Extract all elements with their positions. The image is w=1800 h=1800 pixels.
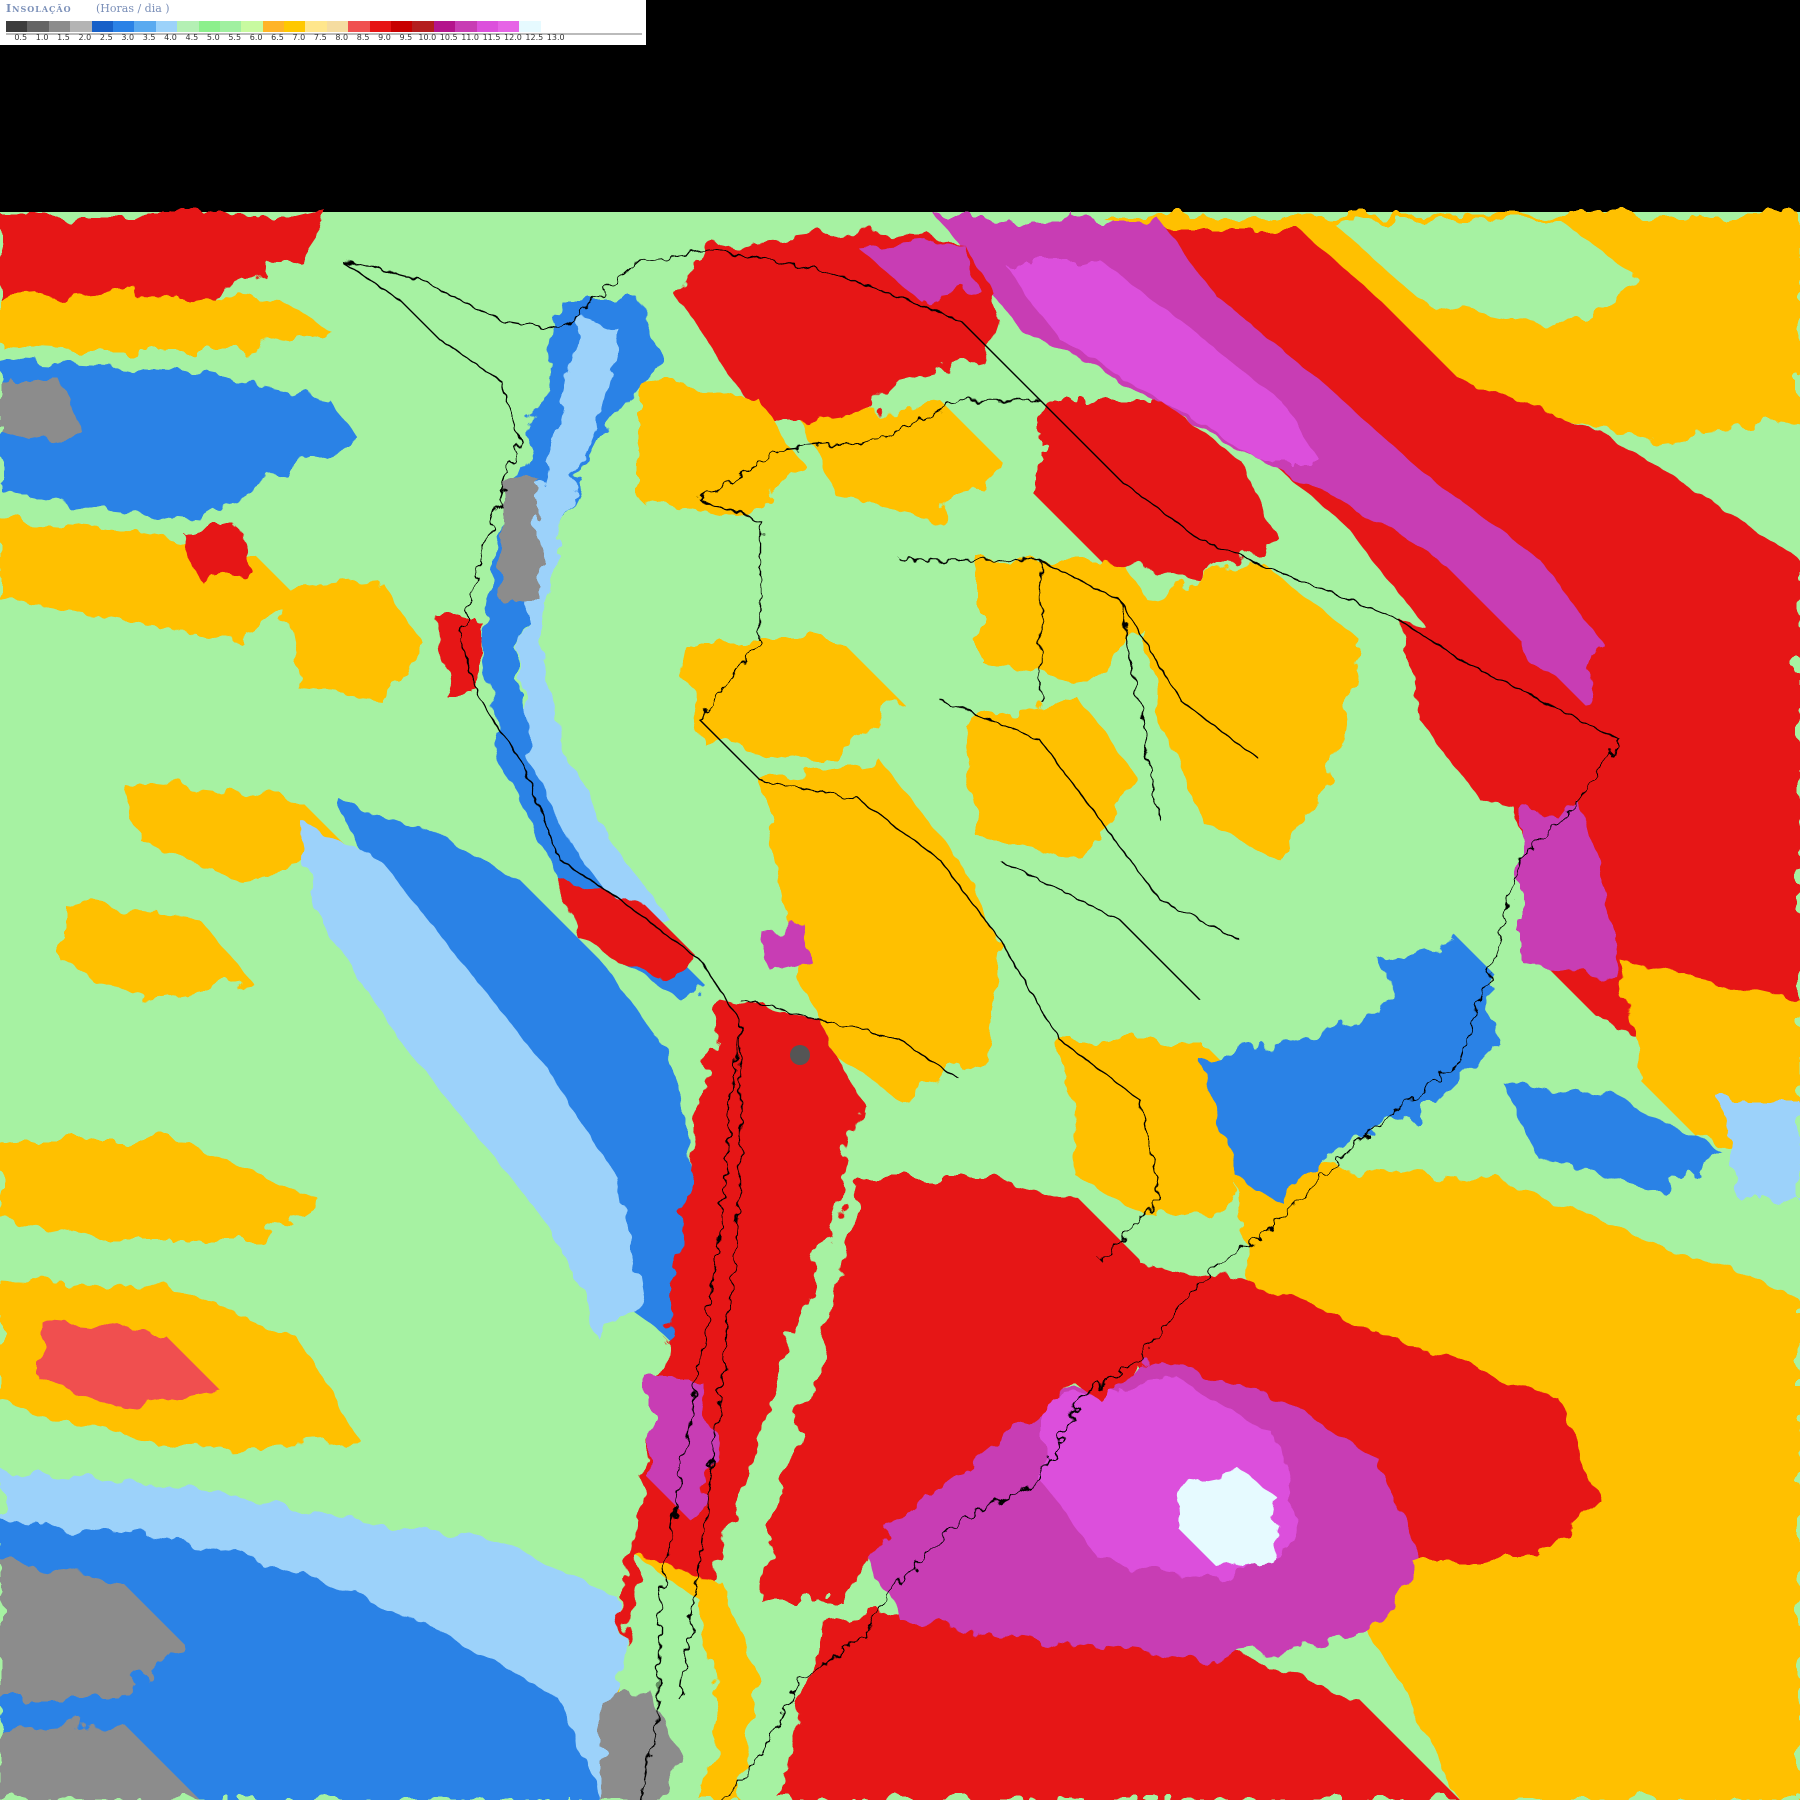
legend-swatch: [177, 21, 199, 32]
legend-swatch: [241, 21, 263, 32]
legend-swatch: [284, 21, 306, 32]
legend-tick-label: 8.5: [356, 33, 370, 42]
legend-swatch: [155, 21, 178, 32]
legend-title: Insolação: [6, 2, 72, 15]
legend-color-scale: [6, 21, 563, 32]
legend-tick-label: 7.0: [292, 33, 306, 42]
legend-tick-label: 11.0: [461, 33, 479, 42]
legend-ticks: 0.5 1.0 1.5 2.0 2.5 3.0 3.5 4.0 4.5 5.0 5.5 6.0 6.5 7…: [6, 33, 646, 44]
legend-swatch: [326, 21, 349, 32]
legend-tick-label: 12.5: [525, 33, 544, 42]
legend-swatch: [476, 21, 498, 32]
legend-tick-label: 3.0: [121, 33, 135, 42]
legend-swatch: [219, 21, 242, 32]
legend-tick-label: 9.5: [399, 33, 413, 42]
legend-tick-label: 4.5: [185, 33, 199, 42]
legend-swatch: [134, 21, 156, 32]
legend-swatch: [391, 21, 413, 32]
legend-tick-label: 9.0: [378, 33, 391, 42]
legend-swatch: [369, 21, 392, 32]
zone-gray-ecuador: [500, 480, 540, 600]
lake-titicaca: [790, 1045, 810, 1065]
legend-tick-label: 13.0: [546, 33, 565, 42]
legend-tick-label: 11.5: [482, 33, 501, 42]
legend-swatch: [6, 21, 28, 32]
legend-swatch: [112, 21, 135, 32]
legend-tick-label: 10.0: [418, 33, 437, 42]
legend-tick-label: 8.0: [335, 33, 349, 42]
legend-swatch: [497, 21, 520, 32]
legend-tick-label: 1.5: [57, 33, 70, 42]
legend-tick-label: 10.5: [439, 33, 458, 42]
legend-swatch: [91, 21, 113, 32]
legend-tick-label: 2.5: [99, 33, 113, 42]
legend-tick-label: 4.0: [164, 33, 177, 42]
legend-swatch: [433, 21, 456, 32]
legend-swatch: [455, 21, 477, 32]
legend-swatch: [70, 21, 92, 32]
legend-tick-label: 1.0: [35, 33, 49, 42]
legend-tick-label: 2.0: [78, 33, 92, 42]
legend-swatch: [27, 21, 49, 32]
legend-swatch: [198, 21, 220, 32]
legend-unit: (Horas / dia ): [96, 2, 170, 15]
legend-swatch: [519, 21, 541, 32]
legend-swatch: [262, 21, 285, 32]
legend-tick-label: 5.5: [228, 33, 242, 42]
legend-swatch: [412, 21, 434, 32]
legend: Insolação (Horas / dia ) 0.5 1.0 1.5 2.0 2.5…: [0, 0, 646, 45]
legend-swatch: [540, 21, 563, 32]
legend-tick-label: 0.5: [14, 33, 28, 42]
legend-tick-label: 12.0: [503, 33, 522, 42]
legend-tick-label: 6.0: [249, 33, 263, 42]
legend-swatch: [48, 21, 71, 32]
insolation-map: [0, 0, 1800, 1800]
legend-tick-label: 5.0: [206, 33, 220, 42]
legend-tick-label: 6.5: [271, 33, 284, 42]
legend-swatch: [348, 21, 370, 32]
legend-tick-label: 7.5: [313, 33, 327, 42]
legend-swatch: [305, 21, 327, 32]
legend-tick-label: 3.5: [142, 33, 156, 42]
